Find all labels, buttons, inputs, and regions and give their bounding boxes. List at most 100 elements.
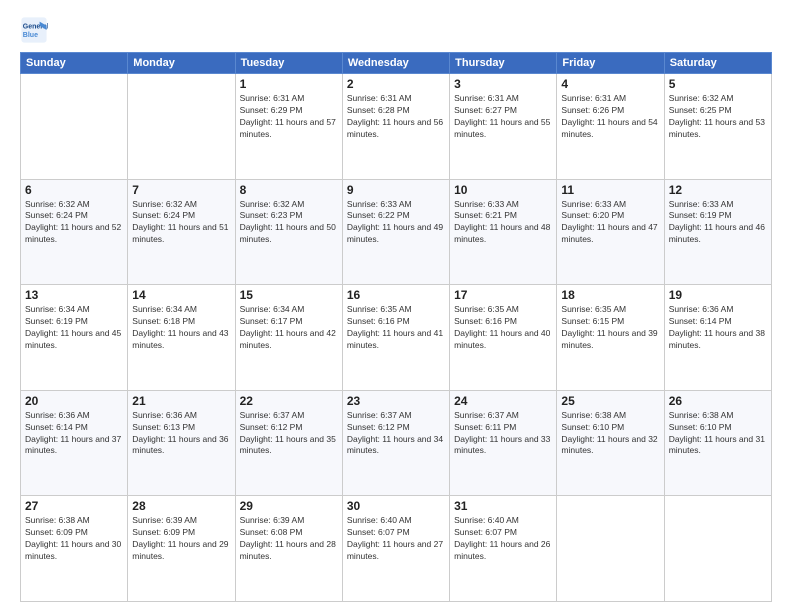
calendar-cell: 9 Sunrise: 6:33 AM Sunset: 6:22 PM Daylig… — [342, 179, 449, 285]
day-number: 1 — [240, 77, 338, 91]
calendar-cell: 5Sunrise: 6:32 AM Sunset: 6:25 PM Daylig… — [664, 74, 771, 180]
calendar-cell — [664, 496, 771, 602]
calendar-cell — [21, 74, 128, 180]
day-info: Sunrise: 6:38 AM Sunset: 6:09 PM Dayligh… — [25, 515, 123, 563]
day-number: 23 — [347, 394, 445, 408]
calendar-header-wednesday: Wednesday — [342, 53, 449, 74]
logo-icon: General Blue — [20, 16, 48, 44]
day-number: 24 — [454, 394, 552, 408]
calendar-cell: 19 Sunrise: 6:36 AM Sunset: 6:14 PM Dayli… — [664, 285, 771, 391]
day-number: 25 — [561, 394, 659, 408]
calendar-cell: 31 Sunrise: 6:40 AM Sunset: 6:07 PM Dayli… — [450, 496, 557, 602]
calendar-cell: 30 Sunrise: 6:40 AM Sunset: 6:07 PM Dayli… — [342, 496, 449, 602]
day-info: Sunrise: 6:39 AM Sunset: 6:09 PM Dayligh… — [132, 515, 230, 563]
svg-text:Blue: Blue — [23, 32, 38, 39]
calendar-table: SundayMondayTuesdayWednesdayThursdayFrid… — [20, 52, 772, 602]
day-number: 26 — [669, 394, 767, 408]
day-number: 11 — [561, 183, 659, 197]
day-info: Sunrise: 6:35 AM Sunset: 6:16 PM Dayligh… — [347, 304, 445, 352]
day-number: 12 — [669, 183, 767, 197]
calendar-cell: 11 Sunrise: 6:33 AM Sunset: 6:20 PM Dayli… — [557, 179, 664, 285]
day-info: Sunrise: 6:34 AM Sunset: 6:17 PM Dayligh… — [240, 304, 338, 352]
day-info: Sunrise: 6:35 AM Sunset: 6:16 PM Dayligh… — [454, 304, 552, 352]
day-info: Sunrise: 6:33 AM Sunset: 6:20 PM Dayligh… — [561, 199, 659, 247]
day-number: 13 — [25, 288, 123, 302]
calendar-week-1: 1 Sunrise: 6:31 AM Sunset: 6:29 PM Daylig… — [21, 74, 772, 180]
calendar-header-sunday: Sunday — [21, 53, 128, 74]
calendar-cell: 28 Sunrise: 6:39 AM Sunset: 6:09 PM Dayli… — [128, 496, 235, 602]
day-info: Sunrise: 6:36 AM Sunset: 6:14 PM Dayligh… — [25, 410, 123, 458]
calendar-cell: 8 Sunrise: 6:32 AM Sunset: 6:23 PM Daylig… — [235, 179, 342, 285]
day-info: Sunrise: 6:31 AM Sunset: 6:29 PM Dayligh… — [240, 93, 338, 141]
day-number: 20 — [25, 394, 123, 408]
day-info: Sunrise: 6:34 AM Sunset: 6:19 PM Dayligh… — [25, 304, 123, 352]
day-number: 19 — [669, 288, 767, 302]
day-info: Sunrise: 6:38 AM Sunset: 6:10 PM Dayligh… — [669, 410, 767, 458]
calendar-week-3: 13 Sunrise: 6:34 AM Sunset: 6:19 PM Dayli… — [21, 285, 772, 391]
day-number: 4 — [561, 77, 659, 91]
day-number: 5 — [669, 77, 767, 91]
day-number: 15 — [240, 288, 338, 302]
header: General Blue — [20, 16, 772, 44]
calendar-cell: 24 Sunrise: 6:37 AM Sunset: 6:11 PM Dayli… — [450, 390, 557, 496]
day-number: 7 — [132, 183, 230, 197]
day-info: Sunrise: 6:33 AM Sunset: 6:21 PM Dayligh… — [454, 199, 552, 247]
calendar-cell: 23 Sunrise: 6:37 AM Sunset: 6:12 PM Dayli… — [342, 390, 449, 496]
calendar-cell: 21 Sunrise: 6:36 AM Sunset: 6:13 PM Dayli… — [128, 390, 235, 496]
day-number: 28 — [132, 499, 230, 513]
day-info: Sunrise: 6:31 AM Sunset: 6:26 PM Dayligh… — [561, 93, 659, 141]
calendar-cell: 29Sunrise: 6:39 AM Sunset: 6:08 PM Dayli… — [235, 496, 342, 602]
day-info: Sunrise: 6:37 AM Sunset: 6:11 PM Dayligh… — [454, 410, 552, 458]
calendar-cell: 4 Sunrise: 6:31 AM Sunset: 6:26 PM Daylig… — [557, 74, 664, 180]
day-number: 21 — [132, 394, 230, 408]
calendar-cell: 13 Sunrise: 6:34 AM Sunset: 6:19 PM Dayli… — [21, 285, 128, 391]
logo: General Blue — [20, 16, 52, 44]
day-info: Sunrise: 6:36 AM Sunset: 6:14 PM Dayligh… — [669, 304, 767, 352]
day-info: Sunrise: 6:33 AM Sunset: 6:22 PM Dayligh… — [347, 199, 445, 247]
calendar-cell: 20 Sunrise: 6:36 AM Sunset: 6:14 PM Dayli… — [21, 390, 128, 496]
calendar-header-monday: Monday — [128, 53, 235, 74]
day-info: Sunrise: 6:36 AM Sunset: 6:13 PM Dayligh… — [132, 410, 230, 458]
day-number: 27 — [25, 499, 123, 513]
day-info: Sunrise: 6:31 AM Sunset: 6:28 PM Dayligh… — [347, 93, 445, 141]
day-number: 14 — [132, 288, 230, 302]
calendar-header-thursday: Thursday — [450, 53, 557, 74]
day-info: Sunrise: 6:40 AM Sunset: 6:07 PM Dayligh… — [347, 515, 445, 563]
calendar-cell: 18Sunrise: 6:35 AM Sunset: 6:15 PM Dayli… — [557, 285, 664, 391]
calendar-cell: 2Sunrise: 6:31 AM Sunset: 6:28 PM Daylig… — [342, 74, 449, 180]
calendar-cell: 1 Sunrise: 6:31 AM Sunset: 6:29 PM Daylig… — [235, 74, 342, 180]
day-number: 31 — [454, 499, 552, 513]
calendar-week-2: 6Sunrise: 6:32 AM Sunset: 6:24 PM Daylig… — [21, 179, 772, 285]
calendar-header-row: SundayMondayTuesdayWednesdayThursdayFrid… — [21, 53, 772, 74]
calendar-cell: 10Sunrise: 6:33 AM Sunset: 6:21 PM Dayli… — [450, 179, 557, 285]
calendar-cell: 26 Sunrise: 6:38 AM Sunset: 6:10 PM Dayli… — [664, 390, 771, 496]
day-number: 8 — [240, 183, 338, 197]
day-number: 29 — [240, 499, 338, 513]
day-info: Sunrise: 6:32 AM Sunset: 6:23 PM Dayligh… — [240, 199, 338, 247]
day-number: 16 — [347, 288, 445, 302]
day-info: Sunrise: 6:34 AM Sunset: 6:18 PM Dayligh… — [132, 304, 230, 352]
day-info: Sunrise: 6:37 AM Sunset: 6:12 PM Dayligh… — [347, 410, 445, 458]
day-number: 6 — [25, 183, 123, 197]
day-number: 3 — [454, 77, 552, 91]
day-number: 9 — [347, 183, 445, 197]
calendar-cell: 25Sunrise: 6:38 AM Sunset: 6:10 PM Dayli… — [557, 390, 664, 496]
day-info: Sunrise: 6:40 AM Sunset: 6:07 PM Dayligh… — [454, 515, 552, 563]
calendar-cell: 17Sunrise: 6:35 AM Sunset: 6:16 PM Dayli… — [450, 285, 557, 391]
page: General Blue SundayMondayTuesdayWednesda… — [0, 0, 792, 612]
calendar-cell: 27 Sunrise: 6:38 AM Sunset: 6:09 PM Dayli… — [21, 496, 128, 602]
calendar-cell: 15 Sunrise: 6:34 AM Sunset: 6:17 PM Dayli… — [235, 285, 342, 391]
day-info: Sunrise: 6:37 AM Sunset: 6:12 PM Dayligh… — [240, 410, 338, 458]
calendar-cell: 6Sunrise: 6:32 AM Sunset: 6:24 PM Daylig… — [21, 179, 128, 285]
calendar-cell: 14 Sunrise: 6:34 AM Sunset: 6:18 PM Dayli… — [128, 285, 235, 391]
day-info: Sunrise: 6:33 AM Sunset: 6:19 PM Dayligh… — [669, 199, 767, 247]
calendar-week-4: 20 Sunrise: 6:36 AM Sunset: 6:14 PM Dayli… — [21, 390, 772, 496]
calendar-cell: 22Sunrise: 6:37 AM Sunset: 6:12 PM Dayli… — [235, 390, 342, 496]
calendar-header-friday: Friday — [557, 53, 664, 74]
calendar-header-tuesday: Tuesday — [235, 53, 342, 74]
calendar-cell: 7Sunrise: 6:32 AM Sunset: 6:24 PM Daylig… — [128, 179, 235, 285]
calendar-week-5: 27 Sunrise: 6:38 AM Sunset: 6:09 PM Dayli… — [21, 496, 772, 602]
calendar-cell: 3Sunrise: 6:31 AM Sunset: 6:27 PM Daylig… — [450, 74, 557, 180]
calendar-cell — [557, 496, 664, 602]
day-number: 30 — [347, 499, 445, 513]
